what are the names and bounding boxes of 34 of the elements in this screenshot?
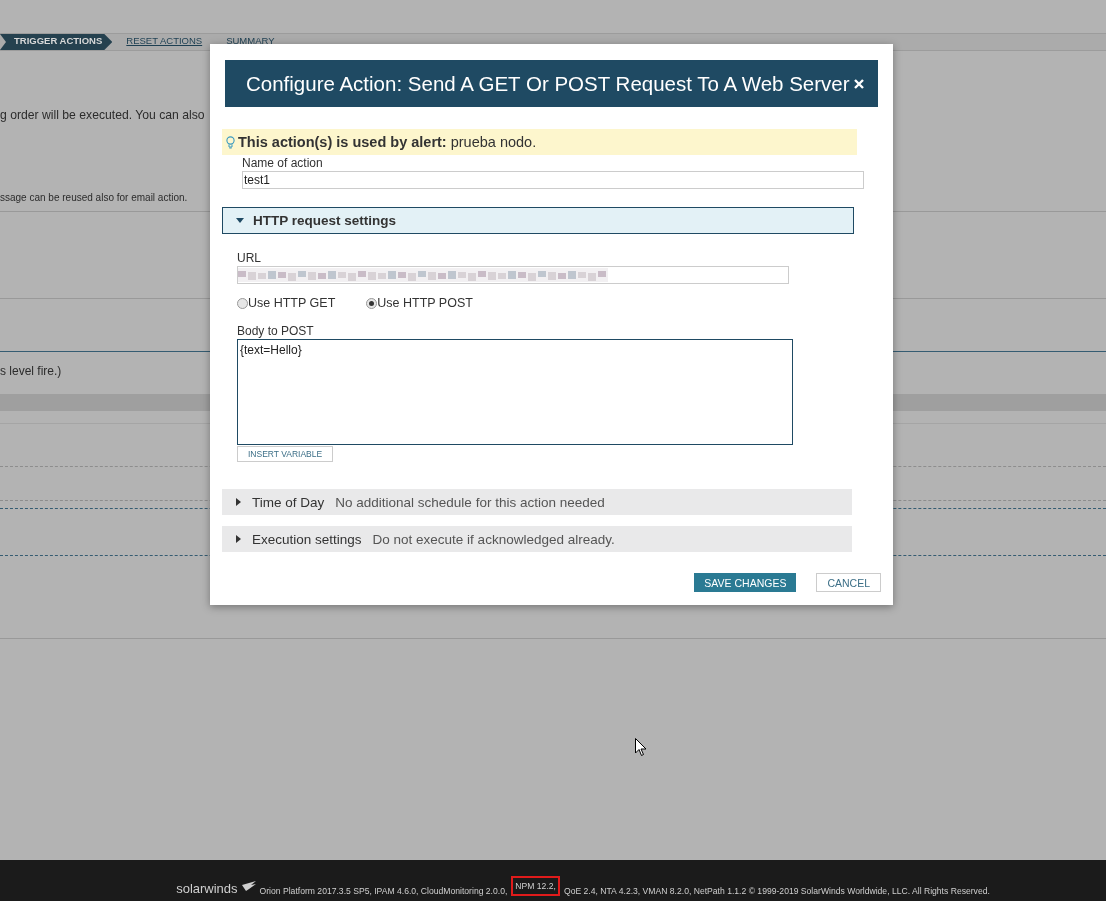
background-text: g order will be executed. You can also [0, 108, 206, 122]
radio-button[interactable] [366, 297, 378, 309]
radio-label[interactable]: Use HTTP POST [377, 296, 473, 310]
highlighted-version-text: NPM 12.2, [511, 876, 560, 896]
bird-logo-icon [241, 881, 256, 891]
field-label: Body to POST [237, 324, 314, 338]
section-header[interactable]: Execution settings Do not execute if acknowledged already. [222, 526, 852, 552]
lightbulb-icon [226, 135, 235, 149]
caret-down-icon [236, 218, 244, 223]
body-text-area[interactable]: {text=Hello} [237, 339, 793, 445]
insert-variable-button[interactable]: INSERT VARIABLE [237, 446, 334, 462]
section-header[interactable]: HTTP request settings [222, 207, 854, 234]
dialog-title: Configure Action: Send A GET Or POST Request To A Web Server [246, 71, 850, 96]
brand-logo-text: solarwinds [176, 881, 238, 896]
name-input-field[interactable]: test1 [242, 171, 864, 189]
url-input-field[interactable] [237, 266, 789, 284]
save-changes-button[interactable]: SAVE CHANGES [694, 573, 797, 592]
caret-right-icon [236, 498, 241, 506]
section-header[interactable]: Time of Day No additional schedule for this action needed [222, 489, 852, 515]
version-text: QoE 2.4, NTA 4.2.3, VMAN 8.2.0, NetPath 1.1.2 © 1999-2019 SolarWinds Worldwide, LLC. All Rights Reserved. [563, 886, 990, 896]
background-text: s level fire.) [0, 364, 63, 378]
version-text: Orion Platform 2017.3.5 SP5, IPAM 4.6.0, CloudMonitoring 2.0.0, [259, 886, 508, 896]
cancel-button[interactable]: CANCEL [816, 573, 881, 592]
close-icon[interactable] [854, 78, 864, 89]
background-text: ssage can be reused also for email action. [0, 192, 189, 203]
wizard-step[interactable]: TRIGGER ACTIONS [0, 34, 113, 50]
field-label: URL [237, 251, 261, 265]
field-label: Name of action [242, 156, 323, 170]
mouse-pointer-icon [635, 738, 647, 757]
wizard-step[interactable]: RESET ACTIONS [112, 34, 213, 50]
radio-button[interactable] [237, 297, 248, 309]
caret-right-icon [236, 535, 241, 543]
radio-label[interactable]: Use HTTP GET [248, 296, 336, 310]
notice-text: This action(s) is used by alert: prueba nodo. [238, 134, 537, 150]
